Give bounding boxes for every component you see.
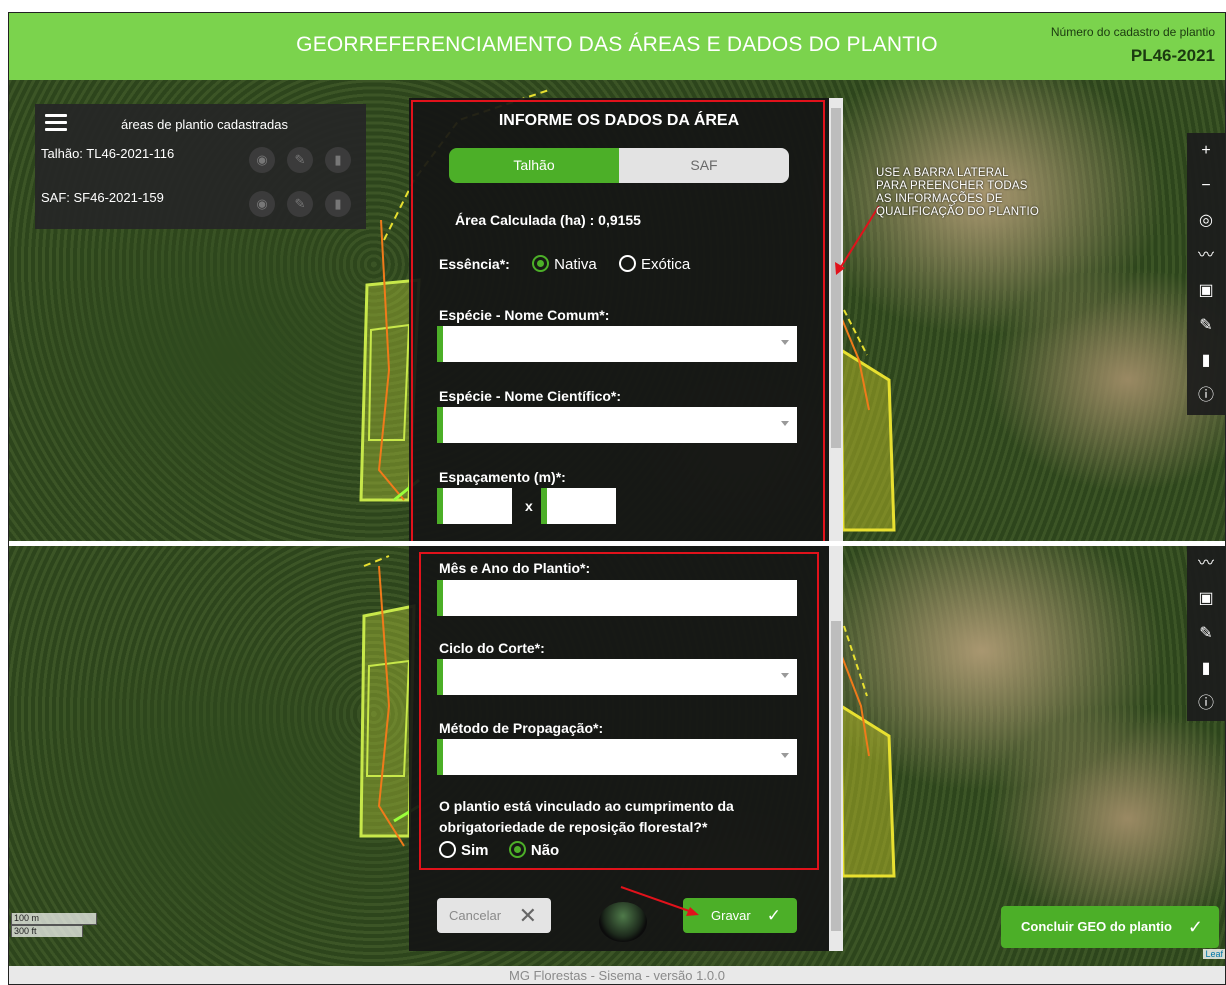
annotation-line: USE A BARRA LATERAL [876,167,1009,179]
delete-icon[interactable]: ▮ [325,147,351,173]
form-scrollbar[interactable] [829,546,843,951]
footer: MG Florestas - Sisema - versão 1.0.0 [9,966,1225,984]
form-scrollbar[interactable] [829,98,843,541]
areas-panel: áreas de plantio cadastradas Talhão: TL4… [35,104,366,229]
area-item-label[interactable]: Talhão: TL46-2021-116 [41,146,174,161]
annotation-line: QUALIFICAÇÃO DO PLANTIO [876,206,1040,218]
scrollbar-thumb[interactable] [831,108,841,448]
header-bar: GEORREFERENCIAMENTO DAS ÁREAS E DADOS DO… [9,13,1225,80]
zoom-in-icon[interactable]: + [1187,133,1225,168]
cancel-button-label: Cancelar [449,908,502,923]
edit-icon[interactable]: ✎ [287,191,313,217]
check-icon: ✓ [766,906,781,925]
concluir-geo-button[interactable]: Concluir GEO do plantio ✓ [1001,906,1219,948]
view-icon[interactable]: ◉ [249,147,275,173]
menu-icon[interactable] [45,114,67,132]
rectangle-icon[interactable]: ▣ [1187,581,1225,616]
highlight-box [411,100,825,541]
view-icon[interactable]: ◉ [249,191,275,217]
delete-icon[interactable]: ▮ [325,191,351,217]
info-icon[interactable]: ⓘ [1187,686,1225,721]
cadastro-number: PL46-2021 [1130,46,1215,65]
app-frame: GEORREFERENCIAMENTO DAS ÁREAS E DADOS DO… [8,12,1226,985]
zoom-out-icon[interactable]: − [1187,168,1225,203]
scale-metric: 100 m [11,913,97,925]
map-toolbar-top: + − ◎ 〰 ▣ ✎ ▮ ⓘ [1187,133,1225,415]
edit-icon[interactable]: ✎ [287,147,313,173]
delete-icon[interactable]: ▮ [1187,651,1225,686]
annotation-line: AS INFORMAÇÕES DE [876,193,1003,205]
cadastro-label: Número do cadastro de plantio [1050,25,1215,39]
info-icon[interactable]: ⓘ [1187,378,1225,413]
edit-icon[interactable]: ✎ [1187,308,1225,343]
map-view-top[interactable]: áreas de plantio cadastradas Talhão: TL4… [9,80,1225,541]
save-button-label: Gravar [711,908,751,923]
save-button[interactable]: Gravar ✓ [683,898,797,933]
area-item-actions: ◉ ✎ ▮ [245,147,365,173]
annotation-text: USE A BARRA LATERAL PARA PREENCHER TODAS… [876,167,1039,219]
highlight-box [419,552,819,870]
polyline-icon[interactable]: 〰 [1187,546,1225,581]
area-item-actions: ◉ ✎ ▮ [245,191,365,217]
scale-imperial: 300 ft [11,925,83,937]
cancel-button[interactable]: Cancelar ✕ [437,898,551,933]
concluir-label: Concluir GEO do plantio [1021,919,1172,934]
delete-icon[interactable]: ▮ [1187,343,1225,378]
page-title: GEORREFERENCIAMENTO DAS ÁREAS E DADOS DO… [296,33,938,56]
leaflet-attribution[interactable]: Leaf [1203,949,1225,959]
app-logo [599,902,647,942]
edit-icon[interactable]: ✎ [1187,616,1225,651]
area-item-label[interactable]: SAF: SF46-2021-159 [41,190,164,205]
locate-icon[interactable]: ◎ [1187,203,1225,238]
map-scale: 100 m 300 ft [11,913,97,937]
areas-panel-title: áreas de plantio cadastradas [121,117,288,132]
scrollbar-thumb[interactable] [831,621,841,931]
map-view-bottom[interactable]: Mês e Ano do Plantio*: Ciclo do Corte*: … [9,546,1225,966]
polyline-icon[interactable]: 〰 [1187,238,1225,273]
map-toolbar-bottom: 〰 ▣ ✎ ▮ ⓘ [1187,546,1225,721]
close-icon: ✕ [518,903,537,928]
annotation-line: PARA PREENCHER TODAS [876,180,1028,192]
check-icon: ✓ [1187,917,1203,937]
rectangle-icon[interactable]: ▣ [1187,273,1225,308]
